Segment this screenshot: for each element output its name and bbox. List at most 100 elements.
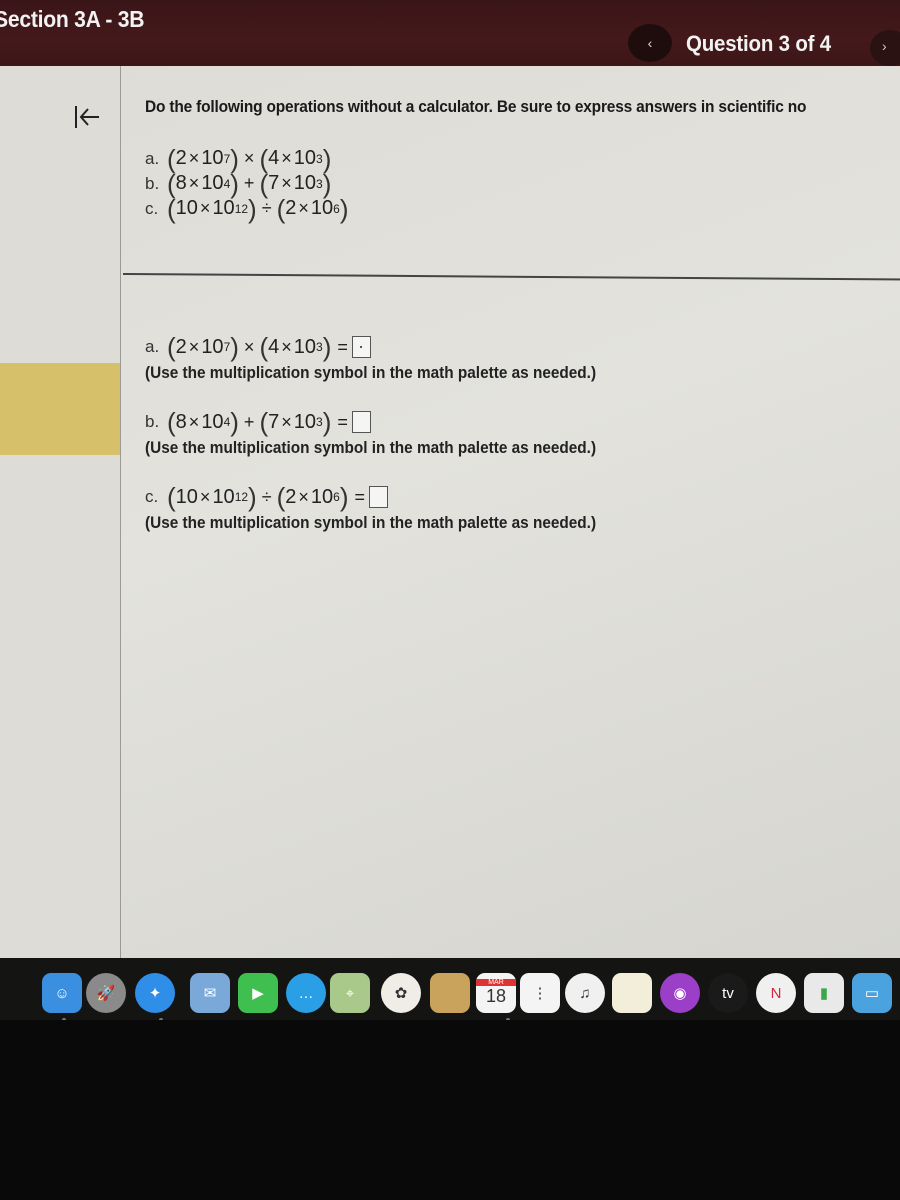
times-sign: × — [281, 411, 292, 432]
dock-icon-glyph: ♫ — [579, 984, 591, 1002]
finder-icon[interactable]: ☺ — [42, 973, 82, 1013]
operator: ÷ — [261, 198, 272, 218]
coefficient: 4 — [268, 147, 280, 169]
maps-icon[interactable]: ⌖ — [330, 973, 370, 1013]
base: 10 — [212, 485, 235, 508]
close-paren: ) — [230, 168, 239, 199]
question-panel: Do the following operations without a ca… — [121, 66, 900, 958]
open-paren: ( — [167, 143, 176, 174]
facetime-icon[interactable]: ▶ — [238, 973, 278, 1013]
music-icon[interactable]: ♫ — [565, 973, 605, 1013]
apple-tv-icon[interactable]: tv — [708, 973, 748, 1013]
exponent: 3 — [316, 415, 323, 429]
question-counter: Question 3 of 4 — [686, 31, 832, 56]
coefficient: 8 — [175, 410, 187, 433]
dock-icon-glyph: ✦ — [148, 985, 162, 1002]
base: 10 — [293, 172, 316, 194]
calendar-icon[interactable]: MAR 18 — [476, 973, 516, 1013]
open-paren: ( — [259, 168, 269, 199]
exponent: 4 — [223, 176, 231, 191]
next-question-button[interactable]: › — [870, 30, 900, 66]
base: 10 — [201, 335, 224, 358]
exponent: 12 — [234, 201, 249, 216]
times-sign: × — [188, 336, 200, 357]
base: 10 — [293, 410, 316, 433]
answer-row: a.(2 × 10 7) ×(4 × 10 3) = (Use the multiplicatio… — [145, 332, 630, 407]
problem-label: a. — [145, 148, 160, 168]
answer-hint: (Use the multiplication symbol in the ma… — [145, 514, 597, 532]
open-paren: ( — [167, 168, 176, 199]
open-paren: ( — [259, 407, 269, 437]
messages-icon[interactable]: … — [286, 973, 326, 1013]
close-paren: ) — [322, 168, 332, 199]
safari-icon[interactable]: ✦ — [135, 973, 175, 1013]
exponent: 4 — [223, 415, 231, 429]
open-paren: ( — [259, 143, 269, 174]
dock-icon-glyph: ▭ — [864, 985, 880, 1002]
notes-icon[interactable] — [612, 973, 652, 1013]
dock-icon-glyph: tv — [722, 984, 734, 1002]
open-paren: ( — [276, 482, 286, 512]
dock-icon-glyph: ⋮ — [532, 985, 548, 1002]
problem-label: b. — [145, 173, 160, 193]
dock-icon-glyph: 18 — [485, 986, 507, 1006]
photos-icon[interactable]: ✿ — [381, 973, 421, 1013]
calendar-month: MAR — [476, 979, 516, 986]
reminders-icon[interactable]: ⋮ — [520, 973, 560, 1013]
mail-icon[interactable]: ✉ — [190, 973, 230, 1013]
coefficient: 10 — [175, 197, 198, 219]
answer-row: b.(8 × 10 4) +(7 × 10 3) = (Use the multiplicatio… — [145, 407, 630, 482]
times-sign: × — [188, 411, 200, 432]
exponent: 7 — [223, 340, 231, 354]
dock-icon-glyph: ✉ — [203, 985, 217, 1002]
times-sign: × — [298, 198, 309, 218]
answer-input[interactable] — [351, 411, 371, 433]
open-paren: ( — [167, 407, 176, 437]
coefficient: 2 — [285, 485, 297, 508]
base: 10 — [293, 335, 316, 358]
dock-icon-glyph: … — [298, 984, 314, 1002]
answer-input[interactable] — [369, 486, 389, 508]
close-paren: ) — [230, 332, 239, 362]
contacts-icon[interactable] — [430, 973, 470, 1013]
section-title: Section 3A - 3B — [0, 6, 145, 32]
news-icon[interactable]: N — [756, 973, 796, 1013]
previous-question-button[interactable]: ‹ — [628, 24, 672, 62]
base: 10 — [310, 197, 334, 219]
answer-input[interactable] — [351, 336, 371, 358]
section-divider — [122, 273, 900, 281]
problem-item: c.(10 × 10 12) ÷(2 × 10 6) — [145, 193, 349, 224]
answer-hint: (Use the multiplication symbol in the ma… — [145, 364, 597, 382]
desk-background — [0, 1020, 900, 1200]
operator: × — [243, 148, 255, 168]
open-paren: ( — [276, 193, 286, 224]
collapse-sidebar-button[interactable] — [68, 102, 106, 132]
times-sign: × — [281, 173, 292, 193]
open-paren: ( — [167, 193, 176, 224]
launchpad-icon[interactable]: 🚀 — [86, 973, 126, 1013]
exponent: 6 — [333, 490, 340, 504]
answer-hint: (Use the multiplication symbol in the ma… — [145, 439, 597, 457]
close-paren: ) — [248, 193, 257, 224]
answer-section: a.(2 × 10 7) ×(4 × 10 3) = (Use the multiplicatio… — [145, 332, 630, 557]
answer-label: b. — [145, 412, 160, 431]
open-paren: ( — [167, 332, 176, 362]
exponent: 12 — [234, 490, 249, 504]
times-sign: × — [298, 486, 309, 507]
exponent: 6 — [333, 201, 340, 216]
keynote-icon[interactable]: ▭ — [852, 973, 892, 1013]
answer-expression: c.(10 × 10 12) ÷(2 × 10 6) = — [145, 482, 630, 512]
close-paren: ) — [248, 482, 257, 512]
sidebar-current-question-highlight[interactable] — [0, 363, 120, 455]
answer-expression: b.(8 × 10 4) +(7 × 10 3) = — [145, 407, 630, 437]
base: 10 — [201, 172, 224, 194]
podcasts-icon[interactable]: ◉ — [660, 973, 700, 1013]
close-paren: ) — [339, 482, 349, 512]
top-bar: Section 3A - 3B ‹ Question 3 of 4 › — [0, 0, 900, 66]
dock-icon-glyph: 🚀 — [96, 985, 116, 1002]
numbers-icon[interactable]: ▮ — [804, 973, 844, 1013]
sidebar — [0, 66, 121, 958]
answer-label: c. — [145, 487, 159, 506]
close-paren: ) — [322, 143, 332, 174]
chevron-right-icon: › — [882, 38, 887, 54]
